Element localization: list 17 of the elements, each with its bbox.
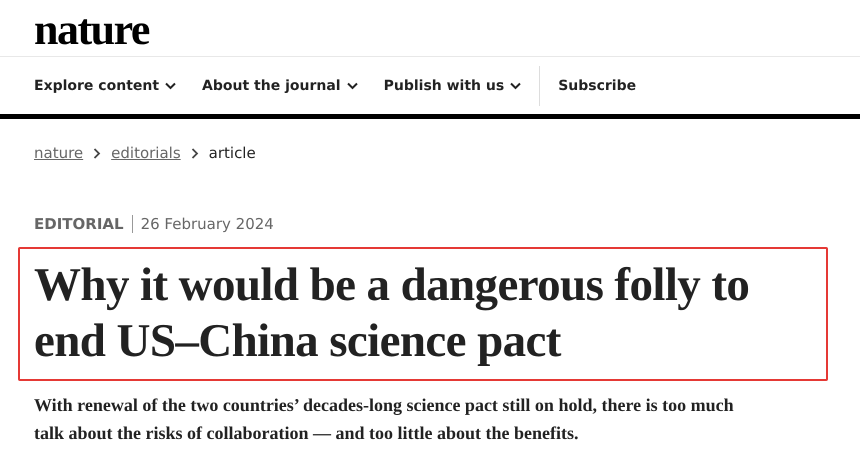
breadcrumb-link[interactable]: editorials xyxy=(111,144,181,162)
article-type: EDITORIAL xyxy=(34,215,133,233)
standfirst: With renewal of the two countries’ decades-long science pact still on hold, there is too much talk about the risks of collaboration — and too little about the benefits. xyxy=(34,394,735,445)
article-title: Why it would be a dangerous folly to end US–China science pact xyxy=(34,258,750,369)
nav-link[interactable]: Publish with us xyxy=(384,78,522,94)
nav-link[interactable]: About the journal xyxy=(202,78,358,94)
chevron-down-icon xyxy=(165,82,176,90)
chevron-down-icon xyxy=(346,82,358,90)
nav-link[interactable]: Subscribe xyxy=(539,66,636,106)
breadcrumb-link[interactable]: nature xyxy=(34,144,84,162)
chevron-right-icon xyxy=(190,148,199,158)
nav-link[interactable]: Explore content xyxy=(34,78,176,94)
current-page-label: article xyxy=(208,144,256,162)
chevron-down-icon xyxy=(510,82,522,90)
chevron-right-icon xyxy=(93,148,102,158)
article-date: 26 February 2024 xyxy=(140,215,274,233)
logo[interactable]: nature xyxy=(34,8,149,52)
